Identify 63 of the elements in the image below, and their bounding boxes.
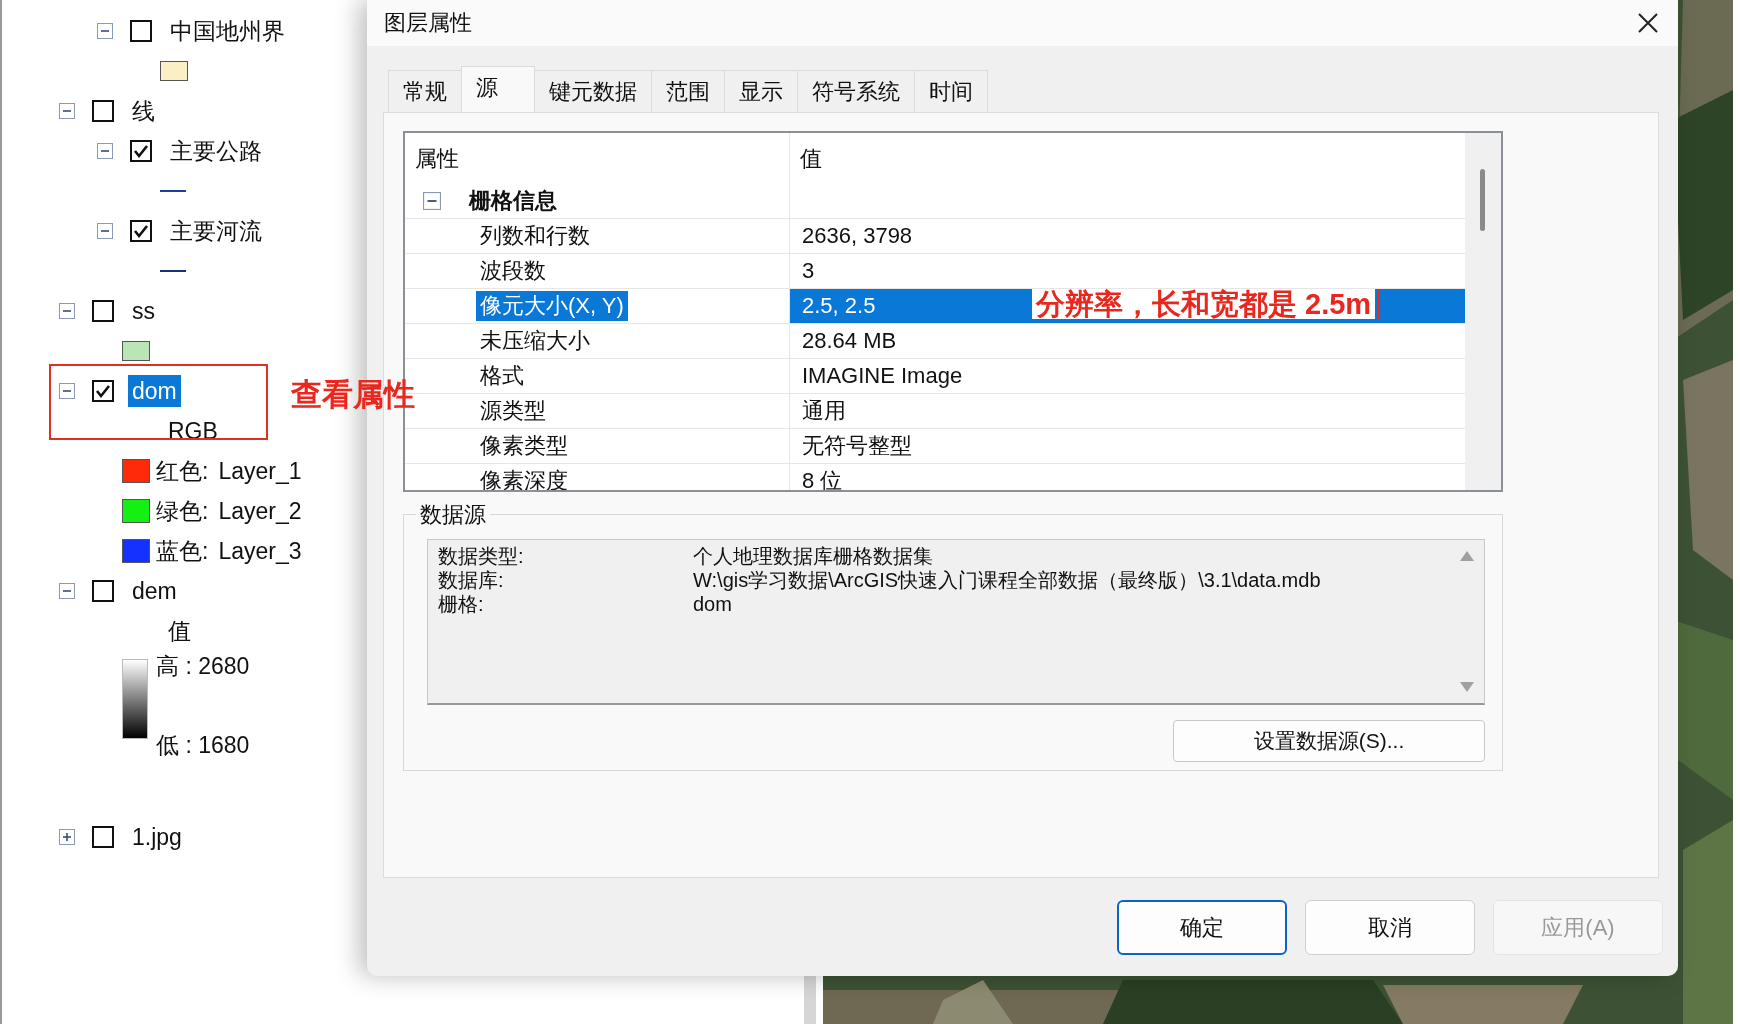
info-value: W:\gis学习数据\ArcGIS快速入门课程全部数据（最终版）\3.1\data.mdb [693,568,1322,592]
low-value-label: 低 : 1680 [156,731,250,760]
layer-name[interactable]: ss [128,295,159,327]
text-cursor [1377,289,1380,319]
scrollbar[interactable] [1465,133,1501,490]
layer-name[interactable]: 主要河流 [166,215,266,247]
minus-box-icon[interactable] [59,383,75,399]
annotation-text: 查看属性 [291,376,415,414]
info-label: 栅格: [438,592,485,616]
band-label: 绿色: [156,496,209,526]
checkbox[interactable] [92,300,114,322]
minus-box-icon[interactable] [97,143,113,159]
band-value: Layer_1 [218,457,302,485]
layer-name[interactable]: 1.jpg [128,821,186,853]
tab[interactable]: 时间 [914,70,988,112]
property-name[interactable]: 源类型 [480,396,546,426]
set-data-source-button[interactable]: 设置数据源(S)... [1173,720,1485,762]
layer-name[interactable]: dem [128,575,181,607]
property-name[interactable]: 像素类型 [480,431,568,461]
info-label: 数据类型: [438,544,525,568]
property-name[interactable]: 波段数 [480,256,546,286]
legend-label: 值 [168,616,191,646]
layer-name[interactable]: 主要公路 [166,135,266,167]
dialog-button[interactable]: 确定 [1117,900,1287,955]
property-name[interactable]: 格式 [480,361,524,391]
scroll-thumb[interactable] [1480,169,1485,231]
minus-box-icon[interactable] [97,23,113,39]
dialog-button[interactable]: 取消 [1305,900,1475,955]
minus-box-icon[interactable] [97,223,113,239]
tab[interactable]: 常规 [388,70,462,112]
minus-box-icon[interactable] [59,103,75,119]
info-label: 数据库: [438,568,505,592]
layer-name[interactable]: 中国地州界 [166,15,289,47]
checkbox[interactable] [130,140,152,162]
band-label: 红色: [156,456,209,486]
minus-box-icon[interactable] [59,583,75,599]
layer-name[interactable]: 线 [128,95,159,127]
minus-box-icon[interactable] [423,192,441,210]
property-name[interactable]: 像元大小(X, Y) [476,291,628,321]
info-value: 个人地理数据库栅格数据集 [693,544,934,568]
layer-name[interactable]: dom [128,375,181,407]
annotation-text: 分辨率，长和宽都是 2.5m [1032,289,1376,319]
column-header: 属性 [414,144,460,173]
close-icon [1636,11,1660,35]
group-label: 栅格信息 [469,187,557,215]
band-value: Layer_3 [218,537,302,565]
close-button[interactable] [1636,11,1660,35]
checkbox[interactable] [92,826,114,848]
band-value: Layer_2 [218,497,302,525]
plus-box-icon[interactable] [59,829,75,845]
info-value: dom [693,592,733,616]
tab[interactable]: 源 [461,66,535,112]
checkbox[interactable] [130,20,152,42]
window-title: 图层属性 [384,9,472,37]
checkbox[interactable] [92,100,114,122]
band-label: 蓝色: [156,536,209,566]
checkbox[interactable] [130,220,152,242]
property-name[interactable]: 未压缩大小 [480,326,590,356]
checkbox[interactable] [92,380,114,402]
minus-box-icon[interactable] [59,303,75,319]
checkbox[interactable] [92,580,114,602]
high-value-label: 高 : 2680 [156,652,250,681]
property-name[interactable]: 列数和行数 [480,221,590,251]
